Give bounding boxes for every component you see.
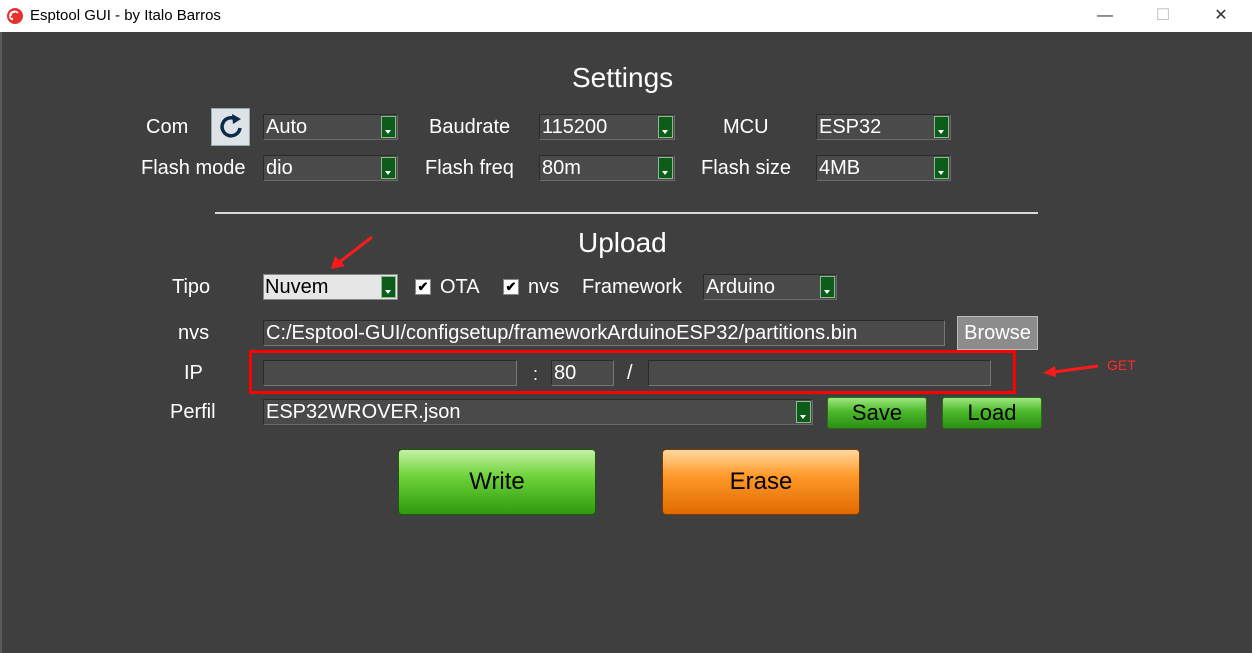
settings-heading: Settings [572,62,674,93]
flash-freq-label: Flash freq [425,157,514,179]
upload-heading: Upload [578,227,667,258]
mcu-label: MCU [723,116,769,138]
baudrate-select-value: 115200 [542,116,608,138]
load-button[interactable]: Load [942,397,1042,429]
dropdown-arrow-icon[interactable] [796,401,811,423]
perfil-select-value: ESP32WROVER.json [266,401,461,423]
dropdown-arrow-icon[interactable] [820,276,835,298]
flash-mode-select-value: dio [266,157,293,179]
tipo-label: Tipo [172,276,211,298]
nvs-path-input[interactable]: C:/Esptool-GUI/configsetup/frameworkArdu… [263,320,945,346]
flash-mode-select[interactable]: dio [263,155,398,181]
flash-freq-select[interactable]: 80m [539,155,675,181]
tipo-select[interactable]: Nuvem [263,274,398,300]
get-annotation: GET [1107,357,1136,373]
app-logo-icon [7,8,23,24]
flash-size-select-value: 4MB [819,157,861,179]
ip-label: IP [184,362,203,384]
nvs-path-label: nvs [178,322,210,344]
dropdown-arrow-icon[interactable] [658,157,673,179]
mcu-select[interactable]: ESP32 [816,114,951,140]
nvs-checkbox-label: nvs [528,276,560,298]
flash-freq-select-value: 80m [542,157,581,179]
dropdown-arrow-icon[interactable] [381,276,396,298]
flash-size-label: Flash size [701,157,792,179]
com-select[interactable]: Auto [263,114,398,140]
section-divider [215,212,1038,214]
highlight-box [249,350,1016,394]
framework-label: Framework [582,276,683,298]
baudrate-select[interactable]: 115200 [539,114,675,140]
baudrate-label: Baudrate [429,116,511,138]
title-bar: Esptool GUI - by Italo Barros — ☐ ✕ [0,0,1252,32]
minimize-button[interactable]: — [1076,0,1134,32]
nvs-checkbox[interactable]: ✔ [503,279,519,295]
refresh-ports-button[interactable] [211,108,250,146]
ota-label: OTA [440,276,480,298]
perfil-select[interactable]: ESP32WROVER.json [263,399,813,425]
dropdown-arrow-icon[interactable] [934,116,949,138]
perfil-label: Perfil [170,401,216,423]
annotation-arrow-icon [331,235,373,269]
framework-select[interactable]: Arduino [703,274,837,300]
browse-button[interactable]: Browse [957,316,1038,350]
framework-select-value: Arduino [706,276,775,298]
window-title: Esptool GUI - by Italo Barros [30,7,221,24]
erase-button[interactable]: Erase [662,449,860,515]
dropdown-arrow-icon[interactable] [934,157,949,179]
com-select-value: Auto [266,116,308,138]
window-edge [0,32,2,653]
com-label: Com [146,116,189,138]
save-button[interactable]: Save [827,397,927,429]
dropdown-arrow-icon[interactable] [658,116,673,138]
flash-mode-label: Flash mode [141,157,246,179]
dropdown-arrow-icon[interactable] [381,116,396,138]
ota-checkbox[interactable]: ✔ [415,279,431,295]
dropdown-arrow-icon[interactable] [381,157,396,179]
refresh-icon [220,114,242,138]
close-button[interactable]: ✕ [1192,0,1250,32]
flash-size-select[interactable]: 4MB [816,155,951,181]
maximize-button[interactable]: ☐ [1134,0,1192,32]
write-button[interactable]: Write [398,449,596,515]
tipo-select-value: Nuvem [265,276,329,298]
get-arrow-icon [1043,364,1099,377]
mcu-select-value: ESP32 [819,116,882,138]
